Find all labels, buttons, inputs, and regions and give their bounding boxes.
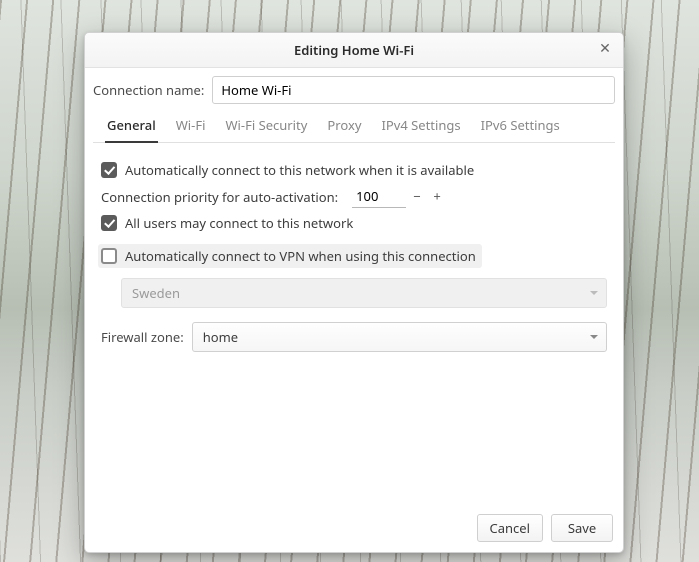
titlebar: Editing Home Wi-Fi ✕ xyxy=(85,33,623,68)
tab-ipv6[interactable]: IPv6 Settings xyxy=(479,110,562,143)
vpn-select-value: Sweden xyxy=(132,284,180,302)
tab-bar: General Wi-Fi Wi-Fi Security Proxy IPv4 … xyxy=(93,110,615,143)
save-button[interactable]: Save xyxy=(551,514,613,542)
priority-stepper: − + xyxy=(352,185,446,208)
close-button[interactable]: ✕ xyxy=(593,37,617,61)
tab-general[interactable]: General xyxy=(105,110,158,143)
priority-decrement[interactable]: − xyxy=(408,188,426,206)
priority-label: Connection priority for auto-activation: xyxy=(101,188,338,206)
cancel-button[interactable]: Cancel xyxy=(477,514,543,542)
connection-name-label: Connection name: xyxy=(93,81,204,99)
network-editor-dialog: Editing Home Wi-Fi ✕ Connection name: Ge… xyxy=(84,32,624,553)
desktop-wallpaper: Editing Home Wi-Fi ✕ Connection name: Ge… xyxy=(0,0,699,562)
priority-input[interactable] xyxy=(352,185,406,208)
auto-connect-row: Automatically connect to this network wh… xyxy=(101,161,607,179)
vpn-select-row: Sweden xyxy=(121,278,607,308)
vpn-auto-checkbox[interactable] xyxy=(101,248,117,264)
caret-down-icon xyxy=(590,335,598,339)
priority-increment[interactable]: + xyxy=(428,188,446,206)
firewall-label: Firewall zone: xyxy=(101,328,184,346)
close-icon: ✕ xyxy=(599,39,611,58)
caret-down-icon xyxy=(590,291,598,295)
plus-icon: + xyxy=(433,187,440,205)
connection-name-row: Connection name: xyxy=(93,76,615,104)
dialog-content: Connection name: General Wi-Fi Wi-Fi Sec… xyxy=(85,68,623,506)
firewall-select[interactable]: home xyxy=(192,322,607,352)
dialog-footer: Cancel Save xyxy=(85,506,623,552)
tab-page-general: Automatically connect to this network wh… xyxy=(93,143,615,504)
firewall-row: Firewall zone: home xyxy=(101,322,607,352)
vpn-select: Sweden xyxy=(121,278,607,308)
all-users-checkbox[interactable] xyxy=(101,215,117,231)
priority-row: Connection priority for auto-activation:… xyxy=(101,185,607,208)
firewall-select-value: home xyxy=(203,328,238,346)
tab-ipv4[interactable]: IPv4 Settings xyxy=(379,110,462,143)
vpn-auto-row: Automatically connect to VPN when using … xyxy=(98,244,482,268)
minus-icon: − xyxy=(413,187,420,205)
tab-wifi-security[interactable]: Wi-Fi Security xyxy=(223,110,309,143)
all-users-row: All users may connect to this network xyxy=(101,214,607,232)
tab-wifi[interactable]: Wi-Fi xyxy=(174,110,208,143)
auto-connect-label: Automatically connect to this network wh… xyxy=(125,161,474,179)
tab-proxy[interactable]: Proxy xyxy=(325,110,363,143)
spacer xyxy=(101,358,607,498)
all-users-label: All users may connect to this network xyxy=(125,214,353,232)
window-title: Editing Home Wi-Fi xyxy=(294,41,414,59)
vpn-auto-label: Automatically connect to VPN when using … xyxy=(125,247,476,265)
auto-connect-checkbox[interactable] xyxy=(101,162,117,178)
connection-name-input[interactable] xyxy=(212,76,615,104)
